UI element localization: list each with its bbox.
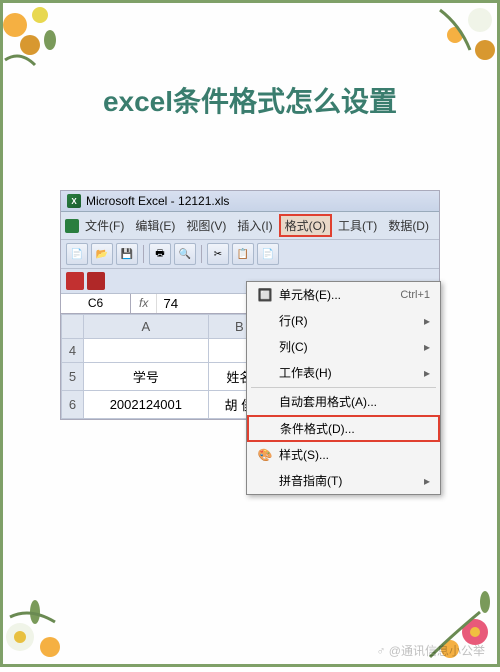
open-button[interactable]: 📂 [91, 243, 113, 265]
toolbar-separator [143, 245, 144, 263]
watermark: ♂ @通讯信息小公举 [376, 642, 485, 659]
row-header[interactable]: 5 [62, 363, 84, 391]
menu-format[interactable]: 格式(O) [279, 214, 332, 237]
menubar: 文件(F) 编辑(E) 视图(V) 插入(I) 格式(O) 工具(T) 数据(D… [61, 212, 439, 240]
menu-edit[interactable]: 编辑(E) [130, 215, 180, 236]
menu-item-label: 工作表(H) [279, 364, 332, 381]
excel-window: X Microsoft Excel - 12121.xls 文件(F) 编辑(E… [60, 190, 440, 420]
submenu-arrow-icon: ▸ [424, 340, 430, 354]
menu-item-label: 列(C) [279, 338, 308, 355]
menu-item-label: 拼音指南(T) [279, 472, 342, 489]
submenu-arrow-icon: ▸ [424, 366, 430, 380]
new-button[interactable]: 📄 [66, 243, 88, 265]
row-header[interactable]: 4 [62, 339, 84, 363]
flower-decoration-bl [0, 577, 90, 667]
name-box[interactable]: C6 [61, 294, 131, 313]
copy-button[interactable]: 📋 [232, 243, 254, 265]
page-title: excel条件格式怎么设置 [103, 80, 397, 120]
row-header[interactable]: 6 [62, 391, 84, 419]
print-button[interactable]: 🖶 [149, 243, 171, 265]
menu-item-label: 条件格式(D)... [280, 420, 355, 437]
submenu-arrow-icon: ▸ [424, 314, 430, 328]
menu-view[interactable]: 视图(V) [181, 215, 231, 236]
preview-button[interactable]: 🔍 [174, 243, 196, 265]
spreadsheet-grid[interactable]: A B 4 5 学号 姓名 6 2002124001 胡 俊 [61, 314, 271, 419]
cell[interactable]: 学号 [84, 363, 209, 391]
window-title: Microsoft Excel - 12121.xls [86, 194, 229, 208]
paste-button[interactable]: 📄 [257, 243, 279, 265]
menu-item-phonetic[interactable]: 拼音指南(T) ▸ [247, 468, 440, 494]
menu-item-label: 行(R) [279, 312, 308, 329]
sheet-area: A B 4 5 学号 姓名 6 2002124001 胡 俊 [61, 314, 439, 419]
cut-button[interactable]: ✂ [207, 243, 229, 265]
menu-data[interactable]: 数据(D) [383, 215, 434, 236]
excel-icon: X [67, 194, 81, 208]
pdf-icon[interactable] [87, 272, 105, 290]
select-all-corner[interactable] [62, 315, 84, 339]
submenu-arrow-icon: ▸ [424, 474, 430, 488]
standard-toolbar: 📄 📂 💾 🖶 🔍 ✂ 📋 📄 [61, 240, 439, 269]
shortcut-label: Ctrl+1 [400, 289, 430, 301]
menu-separator [251, 387, 436, 388]
format-dropdown-menu: 🔲 单元格(E)... Ctrl+1 行(R) ▸ 列(C) [246, 281, 441, 495]
cell[interactable]: 2002124001 [84, 391, 209, 419]
menu-item-label: 样式(S)... [279, 446, 329, 463]
save-button[interactable]: 💾 [116, 243, 138, 265]
menu-file[interactable]: 文件(F) [80, 215, 129, 236]
window-titlebar: X Microsoft Excel - 12121.xls [61, 191, 439, 212]
col-header-a[interactable]: A [84, 315, 209, 339]
menu-item-style[interactable]: 🎨 样式(S)... [247, 442, 440, 468]
menu-item-cells[interactable]: 🔲 单元格(E)... Ctrl+1 [247, 282, 440, 308]
menu-item-column[interactable]: 列(C) ▸ [247, 334, 440, 360]
menu-tools[interactable]: 工具(T) [333, 215, 382, 236]
cells-icon: 🔲 [257, 287, 273, 303]
menu-item-label: 单元格(E)... [279, 286, 341, 303]
app-menu-icon[interactable] [65, 219, 79, 233]
fx-label[interactable]: fx [131, 294, 157, 313]
menu-insert[interactable]: 插入(I) [232, 215, 277, 236]
cell[interactable] [84, 339, 209, 363]
menu-item-sheet[interactable]: 工作表(H) ▸ [247, 360, 440, 386]
menu-item-row[interactable]: 行(R) ▸ [247, 308, 440, 334]
pdf-icon[interactable] [66, 272, 84, 290]
menu-item-label: 自动套用格式(A)... [279, 393, 377, 410]
menu-item-autoformat[interactable]: 自动套用格式(A)... [247, 389, 440, 415]
toolbar-separator [201, 245, 202, 263]
menu-item-conditional-format[interactable]: 条件格式(D)... [247, 415, 440, 442]
style-icon: 🎨 [257, 447, 273, 463]
